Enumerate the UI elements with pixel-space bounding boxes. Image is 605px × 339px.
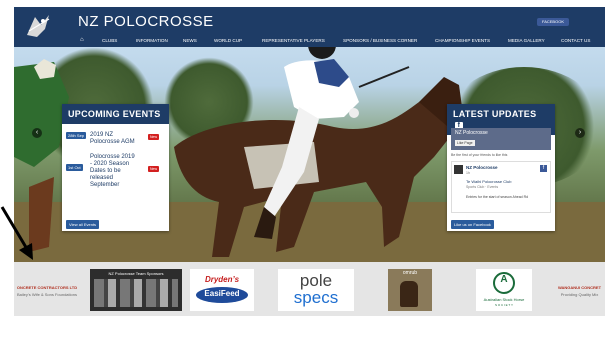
event-date: 1st Oct (66, 164, 83, 171)
fb-post-time: 1h (466, 171, 470, 175)
main-nav: ⌂ CLUBS INFORMATION NEWS WORLD CUP REPRE… (14, 36, 605, 45)
carousel-prev-button[interactable]: ‹ (32, 128, 42, 138)
fb-post-desc: Entries for the start of season Ahead Rd (466, 195, 529, 199)
fb-post-text[interactable]: Te Waihi Polocrosse Club (466, 179, 511, 184)
nav-item-news[interactable]: NEWS (183, 36, 197, 45)
fb-friends-note: Be the first of your friends to like thi… (451, 153, 508, 157)
fb-post-sub: Sports Club · Events (466, 185, 499, 189)
nav-item-media-gallery[interactable]: MEDIA GALLERY (508, 36, 545, 45)
sponsor-logo-grid (94, 279, 178, 307)
nav-item-world-cup[interactable]: WORLD CUP (214, 36, 242, 45)
carousel-next-button[interactable]: › (575, 128, 585, 138)
sponsor-sub: S O C I E T Y (494, 303, 513, 307)
sponsor-brand: Dryden’s (204, 275, 240, 284)
page: 3 NZ POLOCROSSE FACEBOOK ⌂ CLUBS INFORMA… (0, 0, 605, 339)
facebook-page-header[interactable]: NZ Polocrosse Like Page (451, 128, 551, 150)
fb-post[interactable]: NZ Polocrosse 1h f Te Waihi Polocrosse C… (451, 161, 551, 213)
ash-letter: A (500, 274, 508, 285)
event-title[interactable]: Polocrosse 2019 - 2020 Season Dates to b… (90, 154, 138, 189)
sponsors-strip: ONCRETE CONTRACTORS LTD Bailey’s Wife & … (14, 262, 605, 316)
event-title[interactable]: 2019 NZ Polocrosse AGM (90, 132, 138, 146)
sponsor-label: Australian Stock Horse (483, 297, 525, 302)
sponsor-wanganui[interactable]: WANGANUI CONCRET Providing Quality Mix (554, 269, 605, 311)
event-date: 28th Sep (66, 132, 87, 139)
site-title[interactable]: NZ POLOCROSSE (78, 13, 214, 30)
nav-item-clubs[interactable]: CLUBS (102, 36, 117, 45)
sponsor-label: WANGANUI CONCRET (557, 285, 602, 290)
sponsor-easifeed[interactable]: Dryden’s EasiFeed (190, 269, 254, 311)
jersey-number: 3 (306, 65, 315, 82)
fb-page-name[interactable]: NZ Polocrosse (455, 130, 488, 136)
sponsor-label: omrub (402, 270, 418, 276)
fb-like-page-button[interactable]: Like Page (455, 140, 475, 146)
nav-item-information[interactable]: INFORMATION (136, 36, 168, 45)
sponsor-brand: specs (293, 288, 339, 307)
new-badge: New (148, 166, 160, 172)
like-us-facebook-button[interactable]: Like us on Facebook (451, 220, 494, 229)
sponsor-concrete[interactable]: ONCRETE CONTRACTORS LTD Bailey’s Wife & … (14, 269, 82, 311)
facebook-icon: f (540, 165, 547, 172)
fb-post-page[interactable]: NZ Polocrosse (466, 165, 498, 170)
annotation-arrow-icon (0, 206, 33, 260)
latest-updates-title: LATEST UPDATES (453, 109, 537, 119)
facebook-button[interactable]: FACEBOOK (537, 18, 569, 26)
nav-item-contact-us[interactable]: CONTACT US (561, 36, 590, 45)
sponsor-stock-horse[interactable]: A Australian Stock Horse S O C I E T Y (476, 269, 532, 311)
sponsor-photo (400, 281, 418, 307)
sponsor-label: NZ Polocrosse Team Sponsors (108, 271, 164, 276)
nav-item-representative-players[interactable]: REPRESENTATIVE PLAYERS (262, 36, 325, 45)
fb-post-avatar (454, 165, 463, 174)
view-all-events-button[interactable]: View all Events (66, 220, 100, 229)
latest-updates-panel: LATEST UPDATES f NZ Polocrosse Like Page… (447, 104, 555, 231)
sponsor-brand: EasiFeed (204, 289, 240, 298)
sponsor-team-sponsors[interactable]: NZ Polocrosse Team Sponsors (90, 269, 182, 311)
home-icon[interactable]: ⌂ (80, 36, 84, 45)
sponsor-polespecs[interactable]: pole specs (278, 269, 354, 311)
sponsor-omrub[interactable]: omrub (388, 269, 432, 311)
sponsor-sub: Bailey’s Wife & Sons Foundations (17, 292, 77, 297)
upcoming-events-title: UPCOMING EVENTS (62, 104, 169, 124)
upcoming-events-panel: UPCOMING EVENTS 28th Sep 2019 NZ Polocro… (62, 104, 169, 231)
new-badge: New (148, 134, 160, 140)
event-item[interactable]: 28th Sep 2019 NZ Polocrosse AGM New (66, 132, 166, 152)
nav-item-championship-events[interactable]: CHAMPIONSHIP EVENTS (435, 36, 490, 45)
sponsor-label: ONCRETE CONTRACTORS LTD (16, 285, 78, 290)
sponsor-sub: Providing Quality Mix (560, 292, 599, 297)
nav-item-sponsors[interactable]: SPONSORS / BUSINESS CORNER (343, 36, 417, 45)
event-item[interactable]: 1st Oct Polocrosse 2019 - 2020 Season Da… (66, 154, 166, 194)
